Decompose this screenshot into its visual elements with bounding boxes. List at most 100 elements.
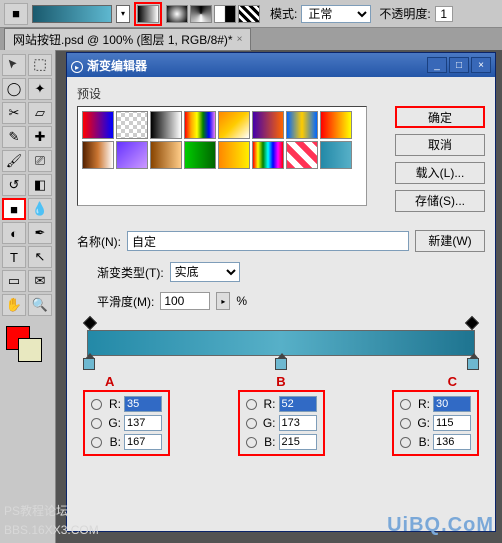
crop-tool-icon[interactable]: ✂: [2, 102, 26, 124]
move-tool-icon[interactable]: [2, 54, 26, 76]
presets-label: 预设: [77, 85, 485, 102]
preset-swatch[interactable]: [286, 141, 318, 169]
pen-tool-icon[interactable]: ✒: [28, 222, 52, 244]
preset-swatch[interactable]: [218, 111, 250, 139]
opacity-stop-right[interactable]: [467, 318, 477, 328]
dodge-tool-icon[interactable]: ◐: [2, 222, 26, 244]
hand-tool-icon[interactable]: ✋: [2, 294, 26, 316]
gradient-editor-dialog: ▸ 渐变编辑器 _ □ × 预设: [66, 52, 496, 532]
color-stop-b[interactable]: [275, 358, 287, 370]
radio-r[interactable]: [91, 399, 102, 410]
lasso-tool-icon[interactable]: ◯: [2, 78, 26, 100]
rgb-c-g[interactable]: [433, 415, 471, 431]
dialog-menu-icon[interactable]: ▸: [71, 61, 83, 73]
rgb-a-r[interactable]: [124, 396, 162, 412]
tab-close-icon[interactable]: ×: [237, 34, 243, 45]
label-c: C: [448, 374, 457, 389]
rgb-a-g[interactable]: [124, 415, 162, 431]
gradient-bar[interactable]: [87, 330, 475, 356]
zoom-tool-icon[interactable]: 🔍: [28, 294, 52, 316]
preset-swatch[interactable]: [218, 141, 250, 169]
notes-tool-icon[interactable]: ✉: [28, 270, 52, 292]
radio-g[interactable]: [246, 418, 257, 429]
opacity-input[interactable]: [435, 6, 453, 22]
rgb-c-b[interactable]: [433, 434, 471, 450]
ok-button[interactable]: 确定: [395, 106, 485, 128]
radio-b[interactable]: [246, 437, 257, 448]
rgb-b-r[interactable]: [279, 396, 317, 412]
gradient-radial-icon[interactable]: [166, 5, 188, 23]
radio-r[interactable]: [246, 399, 257, 410]
color-stop-c[interactable]: [467, 358, 479, 370]
background-swatch[interactable]: [18, 338, 42, 362]
gradient-type-select[interactable]: 实底: [170, 262, 240, 282]
blur-tool-icon[interactable]: 💧: [28, 198, 52, 220]
dialog-titlebar[interactable]: ▸ 渐变编辑器 _ □ ×: [67, 53, 495, 77]
radio-b[interactable]: [91, 437, 102, 448]
opacity-stop-left[interactable]: [85, 318, 95, 328]
preset-swatch[interactable]: [150, 111, 182, 139]
preset-swatch[interactable]: [116, 141, 148, 169]
gradient-preview[interactable]: [32, 5, 112, 23]
tab-title: 网站按钮.psd @ 100% (图层 1, RGB/8#)*: [13, 31, 233, 48]
gradient-diamond-icon[interactable]: [238, 5, 260, 23]
gradient-reflected-icon[interactable]: [214, 5, 236, 23]
marquee-tool-icon[interactable]: [28, 54, 52, 76]
radio-g[interactable]: [400, 418, 411, 429]
wand-tool-icon[interactable]: ✦: [28, 78, 52, 100]
radio-b[interactable]: [400, 437, 411, 448]
gradient-type-linear-highlight: [134, 2, 162, 26]
rgb-c-r[interactable]: [433, 396, 471, 412]
color-stop-a[interactable]: [83, 358, 95, 370]
name-input[interactable]: [127, 231, 409, 251]
brush-tool-icon[interactable]: 🖌: [2, 150, 26, 172]
preset-swatch[interactable]: [320, 111, 352, 139]
maximize-icon[interactable]: □: [449, 57, 469, 73]
radio-r[interactable]: [400, 399, 411, 410]
stamp-tool-icon[interactable]: ⎚: [28, 150, 52, 172]
type-tool-icon[interactable]: T: [2, 246, 26, 268]
shape-tool-icon[interactable]: ▭: [2, 270, 26, 292]
eyedropper-tool-icon[interactable]: ✎: [2, 126, 26, 148]
preset-swatch[interactable]: [82, 111, 114, 139]
load-button[interactable]: 载入(L)...: [395, 162, 485, 184]
gradient-picker-arrow[interactable]: ▾: [116, 5, 130, 23]
toolbox: ◯✦ ✂▱ ✎✚ 🖌⎚ ↺◧ ■💧 ◐✒ T↖ ▭✉ ✋🔍: [0, 50, 56, 543]
rgb-a-b[interactable]: [124, 434, 162, 450]
slice-tool-icon[interactable]: ▱: [28, 102, 52, 124]
path-tool-icon[interactable]: ↖: [28, 246, 52, 268]
gradient-type-label: 渐变类型(T):: [97, 264, 164, 281]
mode-select[interactable]: 正常: [301, 5, 371, 23]
document-tab[interactable]: 网站按钮.psd @ 100% (图层 1, RGB/8#)* ×: [4, 28, 251, 51]
close-icon[interactable]: ×: [471, 57, 491, 73]
gradient-tool-icon[interactable]: ■: [2, 198, 26, 220]
preset-swatch[interactable]: [252, 111, 284, 139]
rgb-b-g[interactable]: [279, 415, 317, 431]
smoothness-dropdown-icon[interactable]: ▸: [216, 292, 230, 310]
radio-g[interactable]: [91, 418, 102, 429]
preset-swatch[interactable]: [82, 141, 114, 169]
save-button[interactable]: 存储(S)...: [395, 190, 485, 212]
watermark-logo: UiBQ.CoM: [387, 514, 494, 537]
dialog-title: 渐变编辑器: [87, 59, 147, 73]
eraser-tool-icon[interactable]: ◧: [28, 174, 52, 196]
preset-swatch[interactable]: [184, 111, 216, 139]
new-button[interactable]: 新建(W): [415, 230, 485, 252]
healing-tool-icon[interactable]: ✚: [28, 126, 52, 148]
minimize-icon[interactable]: _: [427, 57, 447, 73]
preset-swatch[interactable]: [252, 141, 284, 169]
gradient-linear-icon[interactable]: [137, 5, 159, 23]
rgb-group-b: R: G: B:: [238, 390, 325, 456]
cancel-button[interactable]: 取消: [395, 134, 485, 156]
preset-swatch[interactable]: [286, 111, 318, 139]
preset-swatch[interactable]: [150, 141, 182, 169]
preset-swatch[interactable]: [116, 111, 148, 139]
smoothness-label: 平滑度(M):: [97, 293, 154, 310]
gradient-angle-icon[interactable]: [190, 5, 212, 23]
preset-swatch[interactable]: [320, 141, 352, 169]
watermark-url: BBS.16XX3.COM: [4, 523, 99, 537]
smoothness-input[interactable]: [160, 292, 210, 310]
history-brush-icon[interactable]: ↺: [2, 174, 26, 196]
rgb-b-b[interactable]: [279, 434, 317, 450]
preset-swatch[interactable]: [184, 141, 216, 169]
